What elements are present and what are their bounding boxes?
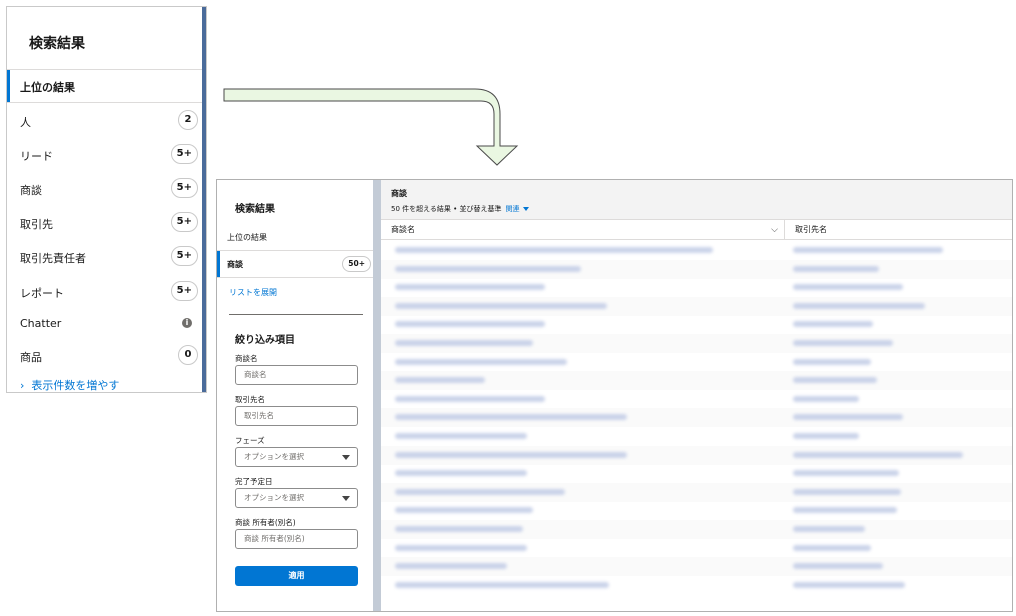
filter-label: 取引先名 bbox=[235, 395, 265, 404]
redacted-opportunity-name bbox=[395, 284, 545, 291]
sort-value: 関連 bbox=[505, 205, 520, 213]
redacted-opportunity-name bbox=[395, 563, 507, 570]
table-row[interactable] bbox=[381, 390, 1012, 409]
redacted-account-name bbox=[793, 284, 903, 291]
divider bbox=[229, 314, 363, 315]
result-count-text: 50 件を超える結果 • 並び替え基準 bbox=[391, 205, 502, 213]
redacted-opportunity-name bbox=[395, 470, 527, 477]
redacted-account-name bbox=[793, 433, 859, 439]
table-row[interactable] bbox=[381, 371, 1012, 391]
sort-dropdown[interactable]: 関連 bbox=[506, 205, 529, 213]
redacted-account-name bbox=[793, 302, 925, 309]
redacted-account-name bbox=[793, 265, 879, 272]
redacted-opportunity-name bbox=[395, 581, 609, 588]
redacted-account-name bbox=[793, 563, 883, 570]
column-header-account-name[interactable]: 取引先名 bbox=[785, 220, 1012, 240]
redacted-account-name bbox=[793, 321, 873, 328]
column-label: 商談名 bbox=[391, 225, 415, 234]
opportunity-name-input[interactable]: 商談名 bbox=[235, 365, 358, 385]
caret-down-icon bbox=[522, 207, 529, 211]
redacted-opportunity-name bbox=[395, 302, 607, 309]
redacted-account-name bbox=[793, 544, 871, 551]
list-title: 商談 bbox=[391, 189, 407, 198]
chevron-down-icon[interactable]: ⌵ bbox=[771, 220, 778, 240]
table-row[interactable] bbox=[381, 445, 1012, 465]
list-subtitle: 50 件を超える結果 • 並び替え基準 関連 bbox=[391, 204, 529, 214]
redacted-account-name bbox=[793, 507, 897, 514]
table-row[interactable] bbox=[381, 482, 1012, 502]
redacted-opportunity-name bbox=[395, 395, 545, 402]
filter-label: 商談 所有者(別名) bbox=[235, 518, 296, 527]
table-row[interactable] bbox=[381, 353, 1012, 372]
redacted-opportunity-name bbox=[395, 544, 527, 551]
redacted-account-name bbox=[793, 451, 963, 458]
redacted-account-name bbox=[793, 377, 877, 384]
after-search-window: 検索結果 上位の結果 商談 50+ リストを展開 絞り込み項目 商談名 商談名 … bbox=[216, 179, 1013, 612]
table-row[interactable] bbox=[381, 520, 1012, 539]
expand-list-link[interactable]: リストを展開 bbox=[229, 287, 277, 298]
table-row[interactable] bbox=[381, 259, 1012, 279]
panel-separator bbox=[373, 180, 381, 611]
redacted-account-name bbox=[793, 247, 943, 253]
redacted-opportunity-name bbox=[395, 526, 523, 532]
redacted-opportunity-name bbox=[395, 265, 581, 272]
sidebar-title: 検索結果 bbox=[235, 204, 275, 215]
sidebar-item-opportunities[interactable]: 商談 50+ bbox=[217, 250, 373, 278]
table-row[interactable] bbox=[381, 296, 1012, 316]
table-row[interactable] bbox=[381, 315, 1012, 334]
filter-label: フェーズ bbox=[235, 436, 265, 445]
redacted-opportunity-name bbox=[395, 451, 627, 458]
apply-button[interactable]: 適用 bbox=[235, 566, 358, 586]
table-row[interactable] bbox=[381, 501, 1012, 520]
table-row[interactable] bbox=[381, 408, 1012, 428]
table-row[interactable] bbox=[381, 278, 1012, 297]
select-value: オプションを選択 bbox=[244, 493, 304, 502]
redacted-opportunity-name bbox=[395, 507, 533, 514]
redacted-opportunity-name bbox=[395, 247, 713, 253]
redacted-opportunity-name bbox=[395, 377, 485, 384]
redacted-account-name bbox=[793, 414, 903, 421]
sidebar-item-top-results[interactable]: 上位の結果 bbox=[227, 232, 267, 243]
column-header-opportunity-name[interactable]: 商談名 ⌵ bbox=[381, 220, 785, 240]
owner-alias-input[interactable]: 商談 所有者(別名) bbox=[235, 529, 358, 549]
redacted-opportunity-name bbox=[395, 488, 565, 495]
list-header: 商談 50 件を超える結果 • 並び替え基準 関連 bbox=[381, 180, 1012, 220]
redacted-account-name bbox=[793, 340, 893, 346]
redacted-account-name bbox=[793, 358, 871, 365]
filter-label: 完了予定日 bbox=[235, 477, 273, 486]
sidebar-item-label: 商談 bbox=[227, 260, 243, 269]
results-list: 商談 50 件を超える結果 • 並び替え基準 関連 商談名 ⌵ 取引先名 bbox=[381, 180, 1012, 611]
redacted-account-name bbox=[793, 470, 899, 477]
redacted-account-name bbox=[793, 526, 865, 532]
table-row[interactable] bbox=[381, 576, 1012, 595]
table-row[interactable] bbox=[381, 464, 1012, 483]
count-badge: 50+ bbox=[342, 256, 371, 272]
caret-down-icon bbox=[342, 455, 350, 460]
redacted-account-name bbox=[793, 395, 859, 402]
table-row[interactable] bbox=[381, 241, 1012, 260]
close-date-select[interactable]: オプションを選択 bbox=[235, 488, 358, 508]
filter-label: 商談名 bbox=[235, 354, 258, 363]
account-name-input[interactable]: 取引先名 bbox=[235, 406, 358, 426]
redacted-opportunity-name bbox=[395, 414, 627, 421]
column-label: 取引先名 bbox=[795, 225, 827, 234]
select-value: オプションを選択 bbox=[244, 452, 304, 461]
filter-title: 絞り込み項目 bbox=[235, 335, 295, 346]
caret-down-icon bbox=[342, 496, 350, 501]
table-row[interactable] bbox=[381, 334, 1012, 353]
redacted-account-name bbox=[793, 488, 901, 495]
redacted-account-name bbox=[793, 581, 905, 588]
redacted-opportunity-name bbox=[395, 433, 527, 439]
stage-select[interactable]: オプションを選択 bbox=[235, 447, 358, 467]
redacted-opportunity-name bbox=[395, 340, 533, 346]
search-sidebar: 検索結果 上位の結果 商談 50+ リストを展開 絞り込み項目 商談名 商談名 … bbox=[217, 180, 373, 611]
selected-indicator bbox=[217, 251, 220, 277]
redacted-opportunity-name bbox=[395, 321, 545, 328]
table-row[interactable] bbox=[381, 557, 1012, 577]
redacted-opportunity-name bbox=[395, 358, 567, 365]
table-row[interactable] bbox=[381, 427, 1012, 446]
table-row[interactable] bbox=[381, 539, 1012, 558]
